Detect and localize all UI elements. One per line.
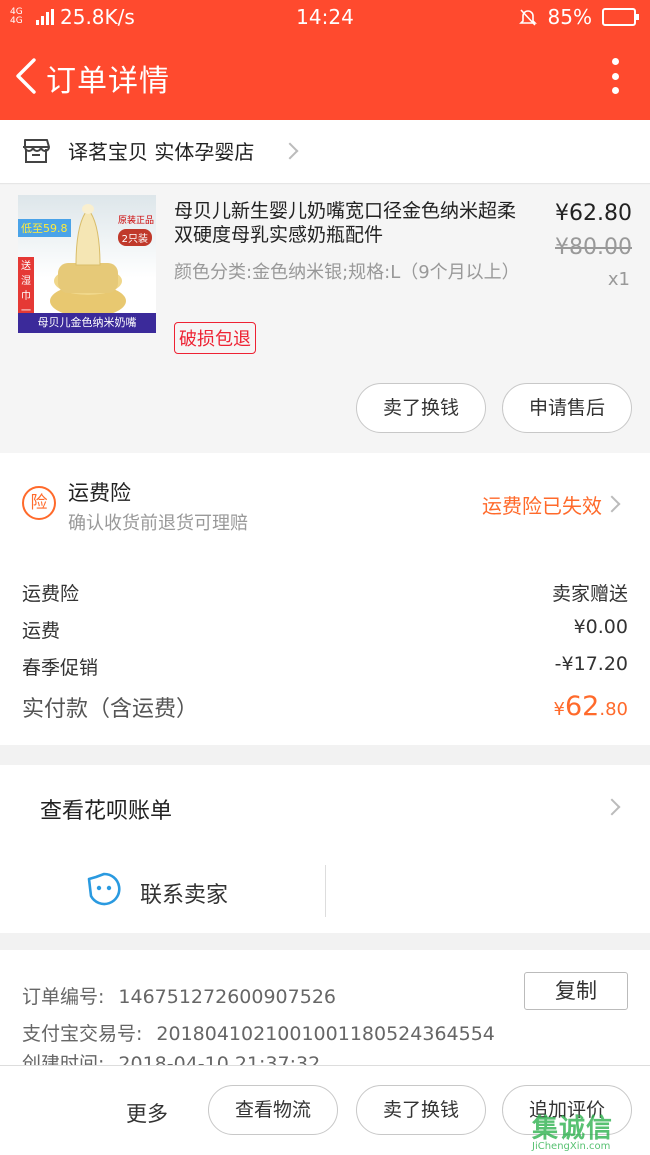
total-decimal: .80 [599, 699, 628, 720]
mute-bell-icon [518, 9, 537, 26]
original-tag: 原装正品 [117, 216, 154, 226]
fee-value: -¥17.20 [554, 653, 628, 675]
shop-name: 译茗宝贝 实体孕婴店 [68, 140, 255, 164]
huabei-title: 查看花呗账单 [40, 799, 173, 824]
order-number-label: 订单编号: [22, 986, 105, 1008]
shop-row[interactable]: 译茗宝贝 实体孕婴店 [0, 120, 650, 184]
pack-tag: 2只装 [117, 229, 152, 246]
order-number: 146751272600907526 [118, 986, 336, 1008]
sell-button[interactable]: 卖了换钱 [356, 383, 486, 433]
huabei-section: 查看花呗账单 联系卖家 [0, 765, 650, 933]
sell-button[interactable]: 卖了换钱 [356, 1085, 486, 1135]
chevron-right-icon [281, 142, 299, 160]
fee-value: 卖家赠送 [551, 583, 628, 605]
battery-percent: 85% [547, 5, 592, 29]
fee-row: 春季促销 -¥17.20 [22, 653, 628, 680]
alipay-number: 2018041021001001180524364554 [156, 1023, 495, 1045]
back-arrow-icon[interactable] [12, 58, 42, 94]
watermark-text: 集诚信 [532, 1114, 614, 1144]
original-price: ¥80.00 [555, 235, 632, 260]
chevron-right-icon [603, 798, 621, 816]
fee-label: 运费 [22, 620, 61, 642]
fee-section: 险 运费险 确认收货前退货可理赔 运费险已失效 运费险 卖家赠送 运费 ¥0.0… [0, 453, 650, 745]
fee-label: 春季促销 [22, 657, 99, 679]
fee-row: 运费险 卖家赠送 [22, 579, 628, 606]
total-currency: ¥ [553, 699, 565, 720]
watermark-url: JiChengXin.com [532, 1141, 611, 1152]
order-number-row: 订单编号: 146751272600907526 [22, 982, 336, 1009]
fee-label: 运费险 [22, 583, 80, 605]
chat-face-icon [87, 872, 121, 906]
logistics-button[interactable]: 查看物流 [208, 1085, 338, 1135]
price-tag: 低至59.8 [18, 219, 71, 237]
alipay-number-row: 支付宝交易号: 2018041021001001180524364554 [22, 1019, 495, 1046]
product-card[interactable]: 低至59.8 原装正品 2只装 送湿巾一包 母贝儿金色纳米奶嘴 母贝儿新生婴儿奶… [0, 185, 650, 453]
status-bar: 4G 4G 25.8K/s 14:24 85% [0, 0, 650, 34]
damage-return-badge: 破损包退 [174, 322, 256, 354]
created-time-label: 创建时间: [22, 1053, 105, 1065]
order-info: 订单编号: 146751272600907526 复制 支付宝交易号: 201804… [0, 950, 650, 1065]
battery-icon [602, 8, 639, 26]
watermark-logo: 集诚信 JiChengXin.com [532, 1108, 650, 1155]
more-button[interactable]: 更多 [126, 1098, 168, 1128]
page-title: 订单详情 [46, 64, 170, 99]
image-banner: 母贝儿金色纳米奶嘴 [18, 313, 156, 333]
contact-seller-label: 联系卖家 [140, 883, 229, 908]
copy-button[interactable]: 复制 [524, 972, 628, 1010]
total-label: 实付款（含运费） [22, 697, 199, 722]
chevron-right-icon [603, 495, 621, 513]
created-time-row: 创建时间: 2018-04-10 21:37:32 [22, 1049, 320, 1065]
status-right: 85% [518, 5, 639, 29]
insurance-icon: 险 [22, 486, 56, 520]
alipay-number-label: 支付宝交易号: [22, 1023, 143, 1045]
fee-value: ¥0.00 [573, 616, 628, 638]
product-sku: 颜色分类:金色纳米银;规格:L（9个月以上） [174, 262, 520, 283]
total-integer: 62 [565, 691, 600, 722]
created-time: 2018-04-10 21:37:32 [118, 1053, 321, 1065]
app-header: 订单详情 [0, 34, 650, 120]
product-image[interactable]: 低至59.8 原装正品 2只装 送湿巾一包 母贝儿金色纳米奶嘴 [18, 195, 156, 333]
total-value: ¥62.80 [554, 691, 628, 722]
product-title[interactable]: 母贝儿新生婴儿奶嘴宽口径金色纳米超柔双硬度母乳实感奶瓶配件 [174, 199, 524, 247]
product-price: ¥62.80 [555, 201, 632, 226]
insurance-subtitle: 确认收货前退货可理赔 [68, 513, 248, 534]
insurance-title: 运费险 [68, 481, 131, 505]
total-row: 实付款（含运费） ¥62.80 [22, 691, 628, 723]
more-options-icon[interactable] [610, 58, 620, 94]
fee-row: 运费 ¥0.00 [22, 616, 628, 643]
after-sale-button[interactable]: 申请售后 [502, 383, 632, 433]
shop-icon [23, 139, 50, 163]
divider [325, 865, 326, 917]
product-quantity: x1 [607, 269, 630, 290]
insurance-status[interactable]: 运费险已失效 [482, 490, 602, 519]
